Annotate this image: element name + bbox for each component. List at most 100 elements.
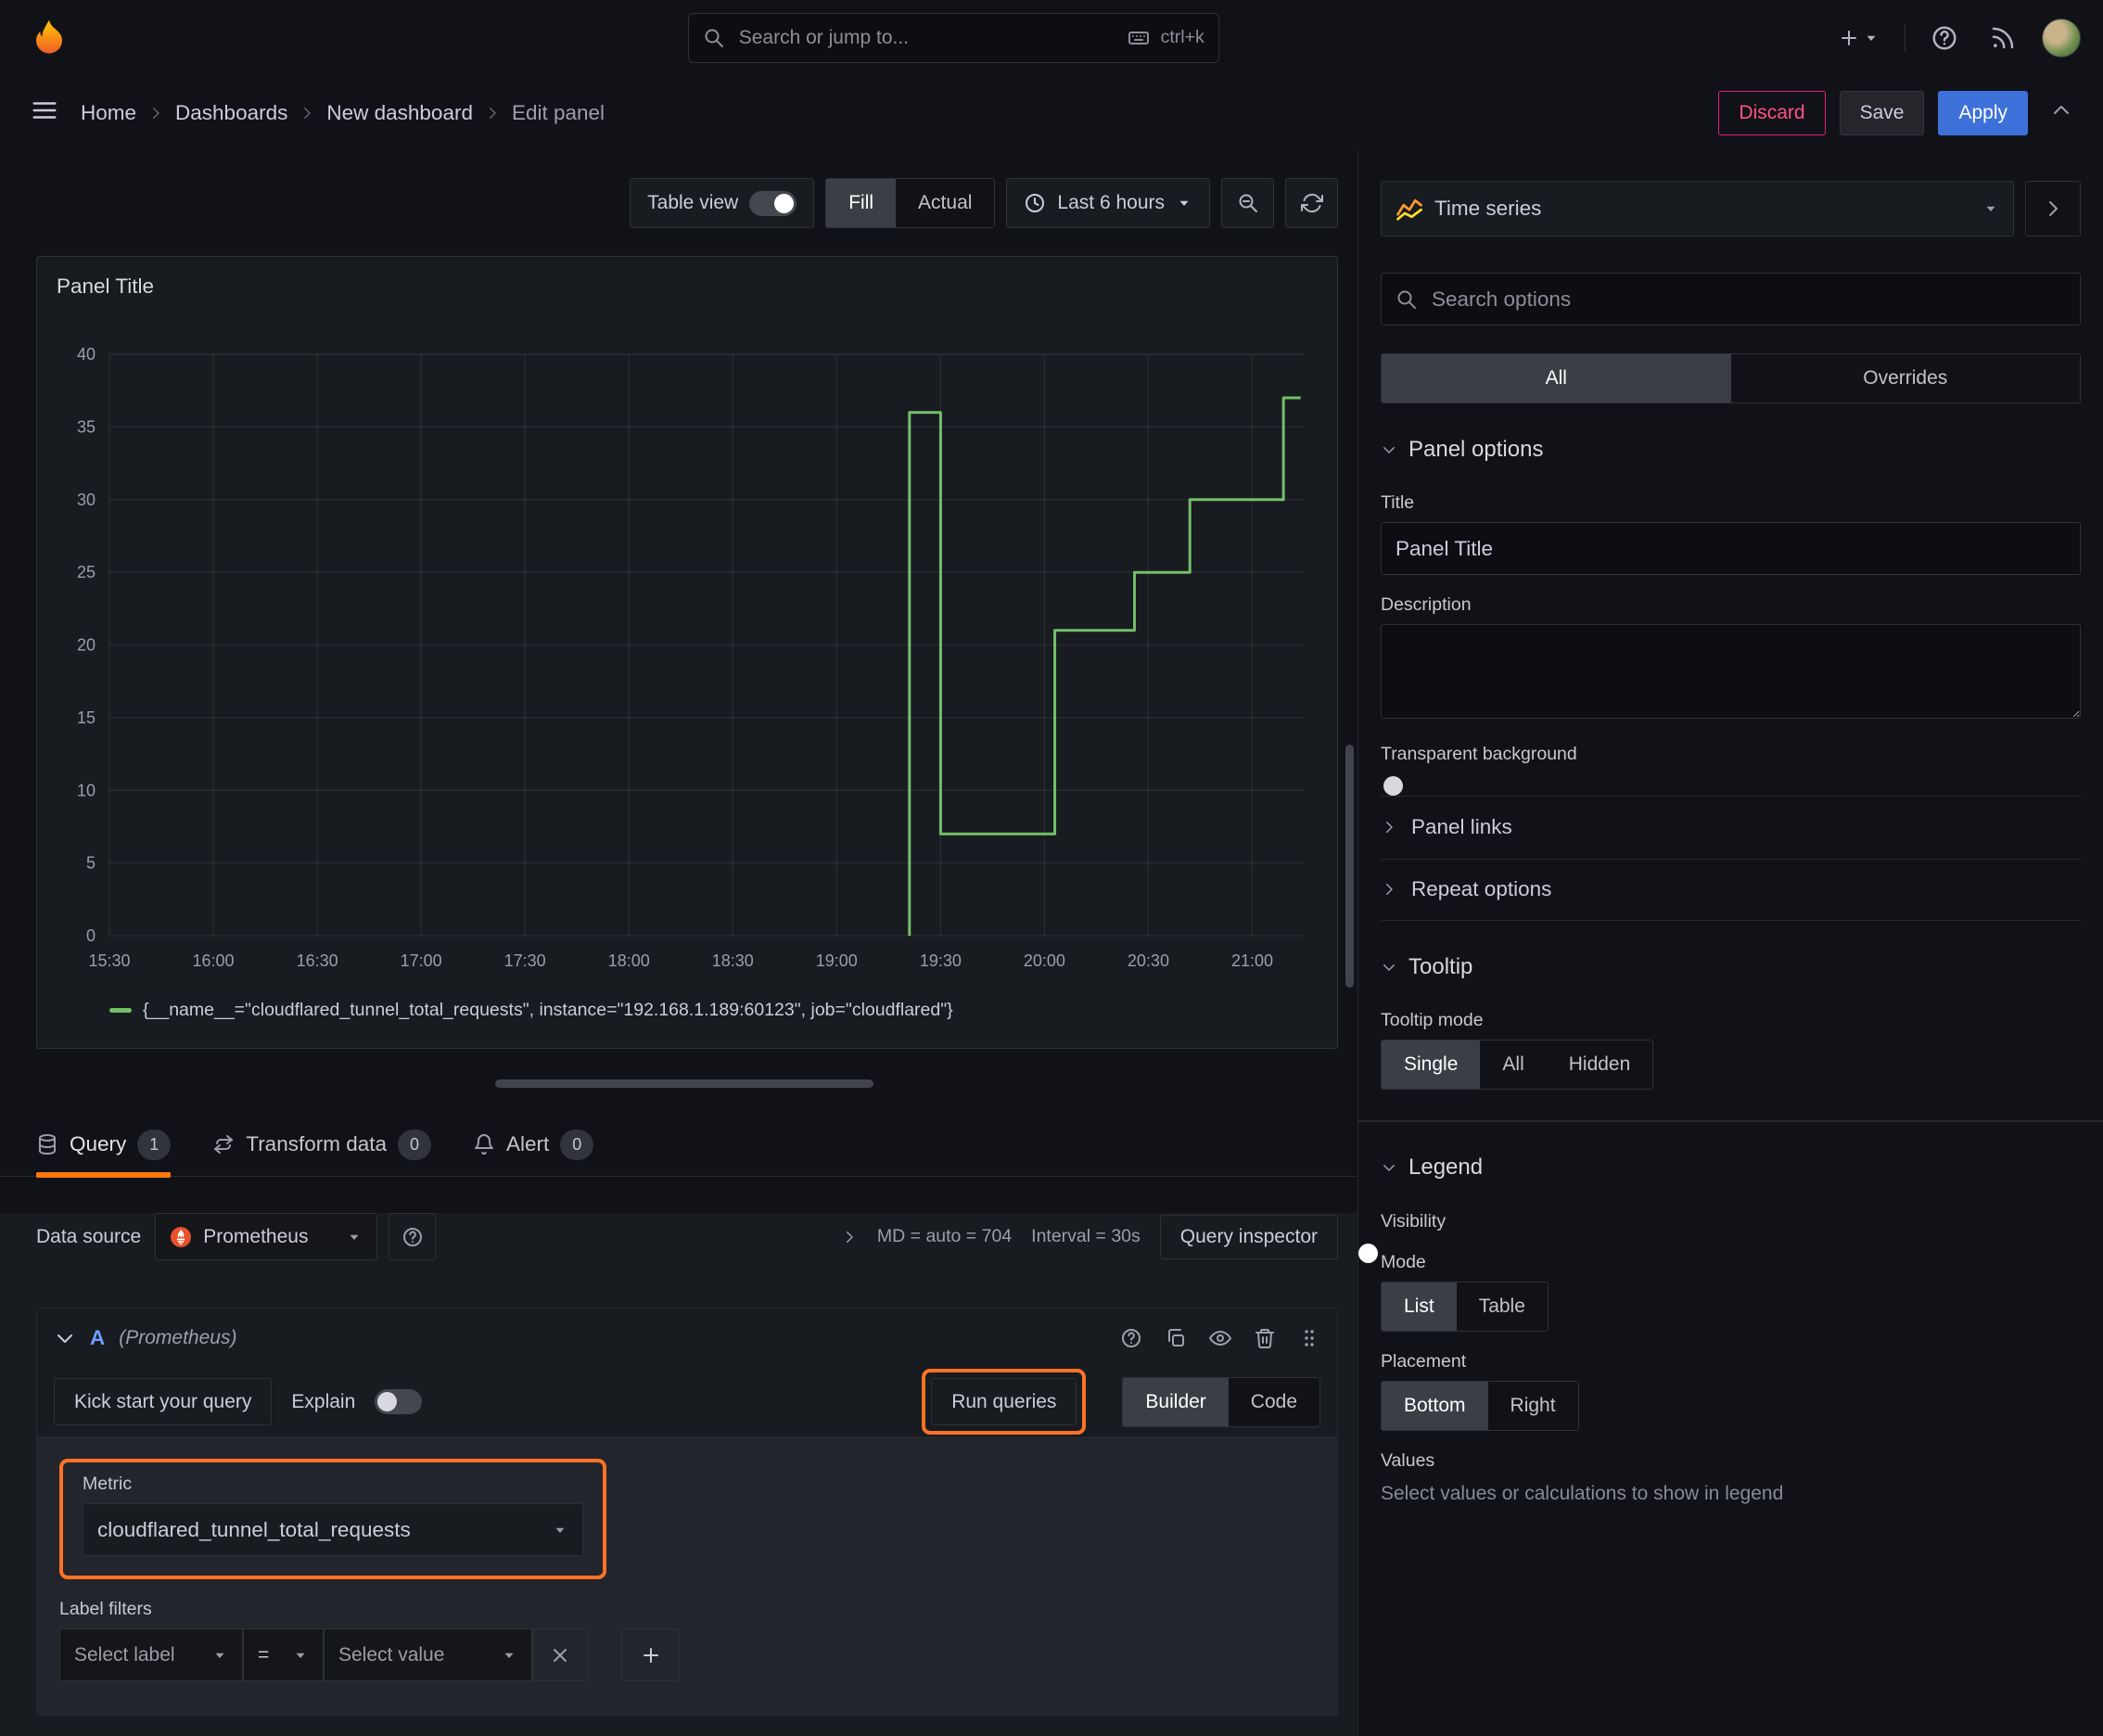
svg-text:19:00: 19:00 (816, 951, 858, 970)
refresh-button[interactable] (1285, 178, 1338, 228)
options-search-input[interactable] (1429, 286, 2066, 313)
keyboard-icon (1128, 27, 1150, 49)
chevron-right-icon (2042, 198, 2064, 220)
nav-divider (1904, 23, 1905, 52)
code-option[interactable]: Code (1229, 1378, 1319, 1426)
zoom-out-button[interactable] (1221, 178, 1274, 228)
label-filters-row: Select label = Select value (59, 1628, 1315, 1681)
overrides-option[interactable]: Overrides (1731, 354, 2080, 402)
query-row-header[interactable]: A (Prometheus) (37, 1308, 1337, 1367)
discard-button[interactable]: Discard (1718, 90, 1826, 135)
metric-value: cloudflared_tunnel_total_requests (97, 1517, 411, 1541)
metric-select[interactable]: cloudflared_tunnel_total_requests (83, 1503, 583, 1556)
placement-field: Placement Bottom Right (1381, 1351, 2081, 1431)
apply-button[interactable]: Apply (1938, 90, 2028, 135)
global-search-input[interactable] (735, 25, 1116, 50)
operator-dropdown[interactable]: = (243, 1628, 324, 1681)
svg-text:18:00: 18:00 (608, 951, 650, 970)
vertical-scrollbar[interactable] (1345, 744, 1354, 988)
explain-toggle[interactable] (375, 1389, 423, 1414)
query-row-actions (1120, 1327, 1320, 1349)
tab-transform[interactable]: Transform data 0 (212, 1113, 432, 1176)
legend-list-option[interactable]: List (1382, 1282, 1457, 1331)
placement-bottom-option[interactable]: Bottom (1382, 1381, 1488, 1430)
panel-options-header[interactable]: Panel options (1381, 426, 2081, 473)
kickstart-button[interactable]: Kick start your query (54, 1378, 273, 1425)
panel-options-sidebar: Time series All Overrides Panel opt (1357, 150, 2103, 1736)
horizontal-scrollbar[interactable] (495, 1079, 873, 1088)
breadcrumb-home[interactable]: Home (81, 101, 136, 125)
menu-button[interactable] (22, 88, 67, 138)
query-inspector-button[interactable]: Query inspector (1159, 1214, 1338, 1259)
legend-section: Legend Visibility Mode List Table Placem… (1381, 1144, 2081, 1505)
repeat-options-row[interactable]: Repeat options (1381, 858, 2081, 921)
remove-filter-button[interactable] (532, 1628, 588, 1681)
legend-title: Legend (1408, 1155, 1484, 1180)
delete-query-icon[interactable] (1254, 1327, 1276, 1349)
chevron-down-icon[interactable] (54, 1327, 76, 1349)
datasource-row: Data source Prometheus MD = auto = 704 I… (36, 1213, 1338, 1260)
select-label-dropdown[interactable]: Select label (59, 1628, 243, 1681)
grafana-logo[interactable] (22, 11, 75, 64)
tooltip-title: Tooltip (1408, 953, 1473, 979)
tooltip-single-option[interactable]: Single (1382, 1040, 1481, 1089)
legend-header[interactable]: Legend (1381, 1144, 2081, 1192)
legend-table-option[interactable]: Table (1457, 1283, 1548, 1331)
help-button[interactable] (1925, 19, 1964, 57)
explain-label: Explain (291, 1390, 356, 1412)
tab-alert[interactable]: Alert 0 (473, 1113, 594, 1176)
svg-text:17:30: 17:30 (504, 951, 546, 970)
options-search[interactable] (1381, 273, 2081, 326)
time-range-label: Last 6 hours (1057, 192, 1165, 213)
viz-picker-row: Time series (1381, 181, 2081, 236)
datasource-select[interactable]: Prometheus (155, 1213, 378, 1260)
add-menu-button[interactable] (1832, 21, 1885, 55)
news-button[interactable] (1983, 19, 2022, 57)
breadcrumb-separator-icon (484, 105, 501, 121)
tooltip-section: Tooltip Tooltip mode Single All Hidden (1381, 943, 2081, 1090)
drag-handle-icon[interactable] (1298, 1327, 1320, 1349)
viz-expand-button[interactable] (2025, 181, 2081, 236)
panel-options-title: Panel options (1408, 436, 1544, 462)
tooltip-header[interactable]: Tooltip (1381, 943, 2081, 990)
toggle-visibility-icon[interactable] (1209, 1327, 1231, 1349)
time-range-picker[interactable]: Last 6 hours (1006, 178, 1210, 228)
tooltip-all-option[interactable]: All (1480, 1040, 1546, 1089)
user-avatar[interactable] (2042, 18, 2081, 57)
table-view-control[interactable]: Table view (630, 178, 815, 228)
options-expand-icon[interactable] (841, 1229, 858, 1245)
metric-highlight: Metric cloudflared_tunnel_total_requests (59, 1459, 606, 1579)
run-queries-button[interactable]: Run queries (931, 1378, 1077, 1425)
panel-links-label: Panel links (1411, 815, 1512, 839)
actual-option[interactable]: Actual (896, 179, 994, 227)
builder-option[interactable]: Builder (1123, 1377, 1229, 1426)
panel-links-row[interactable]: Panel links (1381, 796, 2081, 859)
chart-legend[interactable]: {__name__="cloudflared_tunnel_total_requ… (48, 1000, 1326, 1021)
placement-right-option[interactable]: Right (1488, 1382, 1578, 1430)
tab-query[interactable]: Query 1 (36, 1113, 172, 1178)
help-icon (401, 1226, 424, 1248)
select-value-dropdown[interactable]: Select value (324, 1628, 532, 1681)
panel-title[interactable]: Panel Title (48, 265, 1326, 307)
tooltip-hidden-option[interactable]: Hidden (1547, 1040, 1653, 1089)
save-button[interactable]: Save (1839, 90, 1925, 135)
fill-option[interactable]: Fill (826, 179, 897, 227)
add-filter-button[interactable] (621, 1628, 680, 1681)
query-help-icon[interactable] (1120, 1327, 1142, 1349)
datasource-help-button[interactable] (389, 1213, 437, 1260)
table-view-toggle[interactable] (749, 190, 797, 216)
caret-down-icon (1982, 200, 1999, 217)
breadcrumb-dashboards[interactable]: Dashboards (175, 101, 287, 125)
description-textarea[interactable] (1381, 624, 2081, 719)
breadcrumb-new-dashboard[interactable]: New dashboard (326, 101, 473, 125)
duplicate-query-icon[interactable] (1165, 1327, 1187, 1349)
viz-picker[interactable]: Time series (1381, 181, 2014, 236)
global-search[interactable]: ctrl+k (687, 12, 1219, 63)
help-icon (1931, 24, 1958, 52)
values-placeholder[interactable]: Select values or calculations to show in… (1381, 1483, 2081, 1505)
search-shortcut: ctrl+k (1160, 27, 1204, 47)
panel-title-input[interactable] (1381, 522, 2081, 575)
select-label-placeholder: Select label (74, 1643, 175, 1666)
all-option[interactable]: All (1382, 354, 1731, 402)
collapse-options-button[interactable] (2042, 97, 2081, 128)
